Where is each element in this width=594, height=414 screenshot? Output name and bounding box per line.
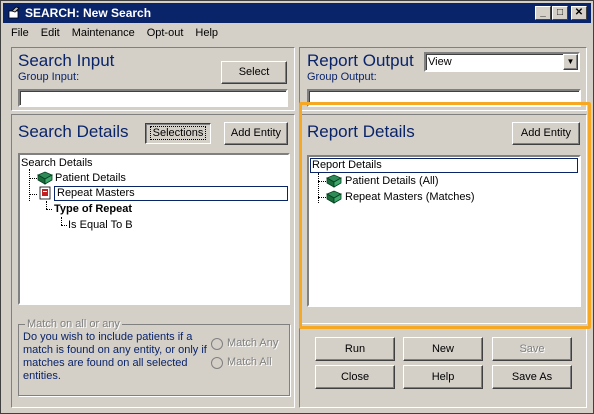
report-output-title: Report Output [307, 51, 414, 70]
group-input-field[interactable] [18, 89, 288, 107]
match-any-label: Match Any [227, 337, 279, 349]
tree-node-patient-details[interactable]: Patient Details [55, 172, 126, 184]
menu-maintenance[interactable]: Maintenance [66, 25, 141, 41]
menu-bar: File Edit Maintenance Opt-out Help [5, 25, 224, 43]
report-tree-node-root[interactable]: Report Details [310, 158, 578, 173]
repeat-masters-icon [39, 186, 51, 200]
group-output-field[interactable] [307, 89, 581, 107]
tree-node-type-of-repeat[interactable]: Type of Repeat [54, 203, 132, 215]
dropdown-value: View [428, 56, 452, 68]
search-input-title: Search Input [18, 51, 115, 70]
selections-button[interactable]: Selections [145, 123, 211, 144]
match-group: Match on all or any Do you wish to inclu… [18, 318, 290, 396]
group-output-label: Group Output: [307, 71, 377, 83]
select-button[interactable]: Select [221, 61, 287, 84]
minimize-button[interactable]: _ [535, 6, 551, 20]
search-window: SEARCH: New Search _ □ ✕ File Edit Mainten… [0, 0, 594, 414]
report-output-panel: Report Output View ▼ Group Output: [299, 47, 587, 111]
close-action-button[interactable]: Close [315, 365, 395, 389]
new-button[interactable]: New [403, 337, 483, 361]
tree-node-repeat-masters[interactable]: Repeat Masters [54, 186, 288, 201]
match-all-label: Match All [227, 356, 272, 368]
search-details-panel: Search Details Selections Add Entity Sea… [11, 114, 295, 408]
report-details-panel: Report Details Add Entity Report Details… [299, 114, 587, 324]
run-button[interactable]: Run [315, 337, 395, 361]
book-icon [326, 190, 342, 204]
search-input-panel: Search Input Group Input: Select [11, 47, 295, 111]
menu-opt-out[interactable]: Opt-out [141, 25, 190, 41]
help-button[interactable]: Help [403, 365, 483, 389]
report-tree-node-patient-details[interactable]: Patient Details (All) [345, 175, 439, 187]
app-icon [8, 6, 20, 19]
report-details-title: Report Details [307, 122, 415, 141]
tree-node-is-equal-to-b[interactable]: Is Equal To B [68, 219, 133, 231]
match-question: Do you wish to include patients if a mat… [23, 331, 207, 382]
report-add-entity-button[interactable]: Add Entity [512, 122, 580, 145]
title-bar[interactable]: SEARCH: New Search _ □ ✕ [3, 3, 591, 23]
book-icon [326, 174, 342, 188]
report-details-tree[interactable]: Report Details Patient Details (All) Rep… [307, 155, 581, 307]
chevron-down-icon[interactable]: ▼ [563, 54, 578, 70]
menu-file[interactable]: File [5, 25, 35, 41]
add-entity-button[interactable]: Add Entity [224, 122, 288, 145]
report-tree-node-repeat-masters[interactable]: Repeat Masters (Matches) [345, 191, 475, 203]
actions-panel: Run New Save Close Help Save As [299, 328, 587, 408]
save-button[interactable]: Save [492, 337, 572, 361]
search-details-title: Search Details [18, 122, 129, 141]
group-input-label: Group Input: [18, 71, 80, 83]
match-group-title: Match on all or any [25, 318, 122, 330]
menu-edit[interactable]: Edit [35, 25, 66, 41]
tree-node-root[interactable]: Search Details [21, 157, 93, 169]
window-title: SEARCH: New Search [25, 6, 152, 20]
close-button[interactable]: ✕ [571, 6, 587, 20]
book-icon [37, 171, 53, 185]
search-details-tree[interactable]: Search Details Patient Details Repeat Ma… [18, 153, 290, 305]
report-output-dropdown[interactable]: View ▼ [424, 52, 580, 72]
maximize-button[interactable]: □ [552, 6, 568, 20]
menu-help[interactable]: Help [189, 25, 224, 41]
match-any-radio[interactable] [211, 338, 223, 350]
match-all-radio[interactable] [211, 357, 223, 369]
save-as-button[interactable]: Save As [492, 365, 572, 389]
